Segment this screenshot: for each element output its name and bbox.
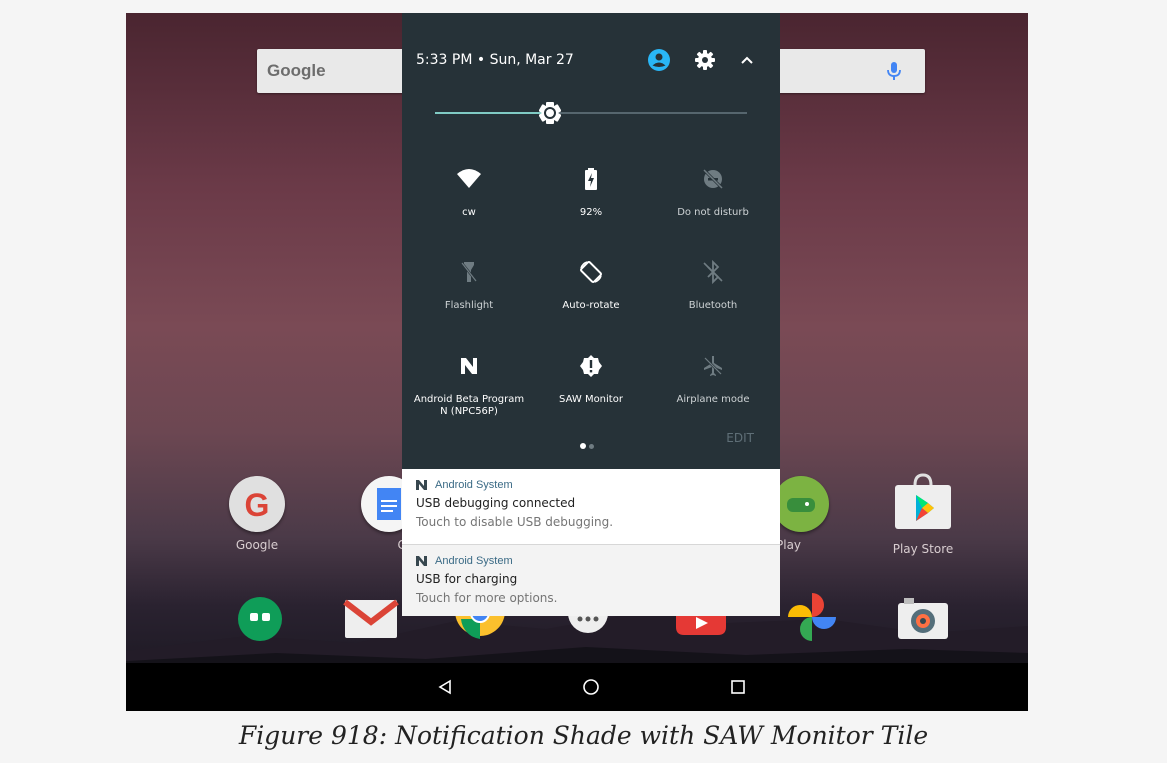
tile-airplane-mode[interactable]: Airplane mode [650,353,776,406]
google-logo: Google [267,61,326,80]
tile-label: 92% [579,207,603,218]
tile-bluetooth[interactable]: Bluetooth [650,259,776,312]
navigation-bar [126,663,1028,711]
edit-button[interactable]: EDIT [726,431,754,445]
auto-rotate-icon [580,261,602,283]
photos-icon[interactable] [786,591,838,643]
tile-do-not-disturb[interactable]: Do not disturb [650,166,776,219]
app-google[interactable]: G Google [212,476,302,552]
play-games-icon [773,476,829,532]
saw-monitor-icon [580,355,602,377]
recents-icon [731,680,745,694]
tile-label: Airplane mode [676,394,750,405]
tile-label: Android Beta Program N (NPC56P) [406,394,532,418]
tile-label-line2: N (NPC56P) [440,406,498,417]
notification-title: USB for charging [416,572,518,586]
tile-android-beta[interactable]: Android Beta Program N (NPC56P) [406,353,532,418]
mic-icon[interactable] [885,61,903,81]
brightness-slider[interactable] [435,102,747,124]
chevron-up-icon[interactable] [736,49,758,71]
bluetooth-off-icon [703,259,723,285]
tile-saw-monitor[interactable]: SAW Monitor [528,353,654,406]
app-play-store[interactable]: Play Store [878,473,968,556]
brightness-icon[interactable] [539,102,562,124]
tile-battery[interactable]: 92% [528,166,654,219]
account-icon[interactable] [648,49,670,71]
device-screen: Google G Google Creat Play [126,13,1028,711]
app-label: Play Store [892,542,954,556]
back-icon [438,679,451,695]
tile-wifi[interactable]: cw [406,166,532,219]
app-label: Google [235,538,279,552]
tile-label: Bluetooth [688,300,738,311]
notification-text: Touch to disable USB debugging. [416,515,614,529]
figure-caption: Figure 918: Notification Shade with SAW … [238,721,929,750]
android-n-icon [416,556,427,566]
page-dot-active [580,443,586,449]
page-indicator [580,436,597,454]
notification-text: Touch for more options. [416,591,558,605]
page-dot [589,444,594,449]
camera-icon[interactable] [896,595,950,641]
tile-label: Auto-rotate [562,300,620,311]
notification-app-name: Android System [435,479,513,491]
notification-header: Android System [416,479,766,491]
tile-flashlight[interactable]: Flashlight [406,259,532,312]
play-store-icon [895,473,951,529]
notification-usb-debugging[interactable]: Android System USB debugging connected T… [402,469,780,544]
notification-header: Android System [416,555,766,567]
svg-text:G: G [245,487,270,523]
battery-charging-icon [585,168,597,190]
back-button[interactable] [432,675,458,699]
tile-label-line1: Android Beta Program [413,394,525,405]
home-button[interactable] [578,675,604,699]
brightness-fill [435,112,551,114]
do-not-disturb-icon [701,167,725,191]
notification-app-name: Android System [435,555,513,567]
tile-label: cw [462,207,476,218]
tile-label: SAW Monitor [559,394,623,405]
tile-label: Flashlight [444,300,494,311]
youtube-icon[interactable] [676,613,726,635]
android-n-icon [461,358,477,374]
recents-button[interactable] [725,675,751,699]
home-icon [583,679,599,695]
airplane-icon [703,356,723,376]
flashlight-icon [460,261,478,283]
status-time-date: 5:33 PM • Sun, Mar 27 [416,52,574,68]
notification-title: USB debugging connected [416,496,576,510]
gmail-icon[interactable] [343,598,399,640]
figure: Google G Google Creat Play [0,0,1167,763]
android-n-icon [416,480,427,490]
tile-label: Do not disturb [677,207,749,218]
gear-icon[interactable] [694,49,716,71]
notification-usb-charging[interactable]: Android System USB for charging Touch fo… [402,545,780,616]
google-app-icon: G [229,476,285,532]
tile-auto-rotate[interactable]: Auto-rotate [528,259,654,312]
wifi-icon [457,169,481,188]
hangouts-icon[interactable] [234,595,286,647]
quick-settings-panel: 5:33 PM • Sun, Mar 27 cw 92% Do not dist… [402,13,780,469]
